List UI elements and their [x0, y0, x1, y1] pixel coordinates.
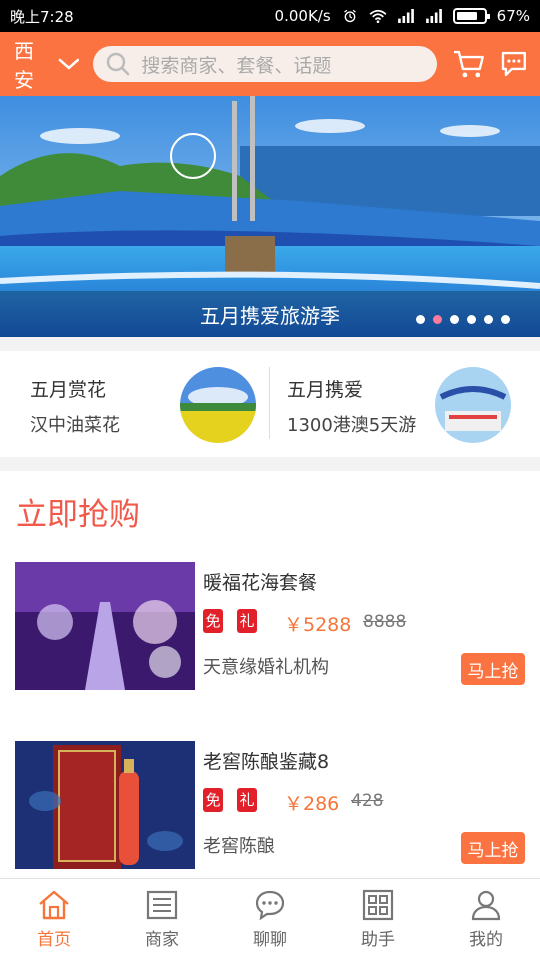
user-icon — [471, 890, 501, 921]
product-price: ￥5288 — [284, 614, 352, 636]
product-name: 老窖陈酿鉴藏8 — [203, 751, 330, 773]
product-original-price: 428 — [351, 791, 384, 811]
product-shop: 老窖陈酿 — [203, 836, 275, 857]
nav-label: 首页 — [37, 930, 71, 950]
section-title: 立即抢购 — [16, 497, 140, 533]
top-header: 西安 搜索商家、套餐、话题 — [0, 32, 540, 96]
banner-carousel[interactable]: 五月携爱旅游季 — [0, 96, 540, 337]
city-selector[interactable]: 西安 — [14, 35, 79, 93]
battery-percent: 67% — [496, 7, 530, 25]
buy-now-button[interactable]: 马上抢 — [461, 653, 525, 685]
wifi-icon — [369, 9, 387, 23]
carousel-dot[interactable] — [450, 315, 459, 324]
chevron-down-icon — [58, 58, 79, 70]
status-bar: 晚上7:28 0.00K/s 67% — [0, 0, 540, 32]
cart-icon[interactable] — [453, 49, 485, 79]
product-card[interactable]: 暖福花海套餐 免 礼 ￥5288 8888 天意缘婚礼机构 马上抢 — [0, 562, 540, 692]
nav-label: 聊聊 — [253, 930, 287, 950]
signal-icon-2 — [425, 9, 442, 23]
promo-image-travel — [435, 367, 511, 443]
search-input[interactable]: 搜索商家、套餐、话题 — [93, 46, 437, 82]
nav-assistant[interactable]: 助手 — [324, 879, 432, 960]
chat-icon — [255, 890, 285, 921]
city-label: 西安 — [14, 39, 34, 92]
nav-merchants[interactable]: 商家 — [108, 879, 216, 960]
alarm-icon — [343, 9, 356, 23]
carousel-dot[interactable] — [501, 315, 510, 324]
carousel-dots — [416, 315, 510, 324]
carousel-dot[interactable] — [416, 315, 425, 324]
product-name: 暖福花海套餐 — [203, 572, 318, 594]
tag-free: 免 — [203, 788, 223, 812]
nav-me[interactable]: 我的 — [432, 879, 540, 960]
carousel-dot[interactable] — [467, 315, 476, 324]
search-icon — [107, 52, 130, 76]
promo-card-flowers[interactable]: 五月赏花 汉中油菜花 — [0, 351, 270, 457]
nav-home[interactable]: 首页 — [0, 879, 108, 960]
tag-free: 免 — [203, 609, 223, 633]
carousel-dot-active[interactable] — [433, 315, 442, 324]
promo-image-flowers — [180, 367, 256, 443]
product-image-wedding — [15, 562, 195, 690]
message-icon[interactable] — [500, 50, 528, 78]
nav-label: 助手 — [361, 930, 395, 950]
network-speed: 0.00K/s — [274, 7, 331, 25]
flash-sale-section: 立即抢购 暖福花海套餐 免 礼 ￥5288 8888 天意缘婚礼机构 马上抢 老… — [0, 471, 540, 879]
promo-subtitle: 1300港澳5天游 — [287, 415, 417, 436]
nav-label: 商家 — [145, 930, 179, 950]
promo-title: 五月携爱 — [287, 379, 364, 401]
buy-now-button[interactable]: 马上抢 — [461, 832, 525, 864]
product-original-price: 8888 — [363, 612, 407, 632]
promo-subtitle: 汉中油菜花 — [30, 415, 120, 436]
nav-label: 我的 — [469, 930, 503, 950]
product-card[interactable]: 老窖陈酿鉴藏8 免 礼 ￥286 428 老窖陈酿 马上抢 — [0, 741, 540, 871]
product-shop: 天意缘婚礼机构 — [203, 657, 329, 678]
product-price: ￥286 — [284, 793, 340, 815]
status-right: 0.00K/s 67% — [275, 7, 530, 25]
promo-section: 五月赏花 汉中油菜花 五月携爱 1300港澳5天游 — [0, 351, 540, 457]
promo-card-travel[interactable]: 五月携爱 1300港澳5天游 — [270, 351, 540, 457]
tag-gift: 礼 — [237, 788, 257, 812]
banner-caption-text: 五月携爱旅游季 — [200, 303, 340, 328]
status-time: 晚上7:28 — [10, 7, 74, 26]
bottom-nav: 首页 商家 聊聊 助手 我的 — [0, 878, 540, 960]
list-icon — [146, 890, 178, 920]
battery-icon — [452, 8, 490, 24]
banner-caption: 五月携爱旅游季 — [0, 291, 540, 337]
nav-chat[interactable]: 聊聊 — [216, 879, 324, 960]
tag-gift: 礼 — [237, 609, 257, 633]
search-placeholder: 搜索商家、套餐、话题 — [141, 54, 332, 77]
home-icon — [39, 890, 69, 920]
product-image-liquor — [15, 741, 195, 869]
signal-icon — [397, 9, 414, 23]
grid-icon — [362, 889, 394, 921]
promo-title: 五月赏花 — [30, 379, 107, 401]
carousel-dot[interactable] — [484, 315, 493, 324]
